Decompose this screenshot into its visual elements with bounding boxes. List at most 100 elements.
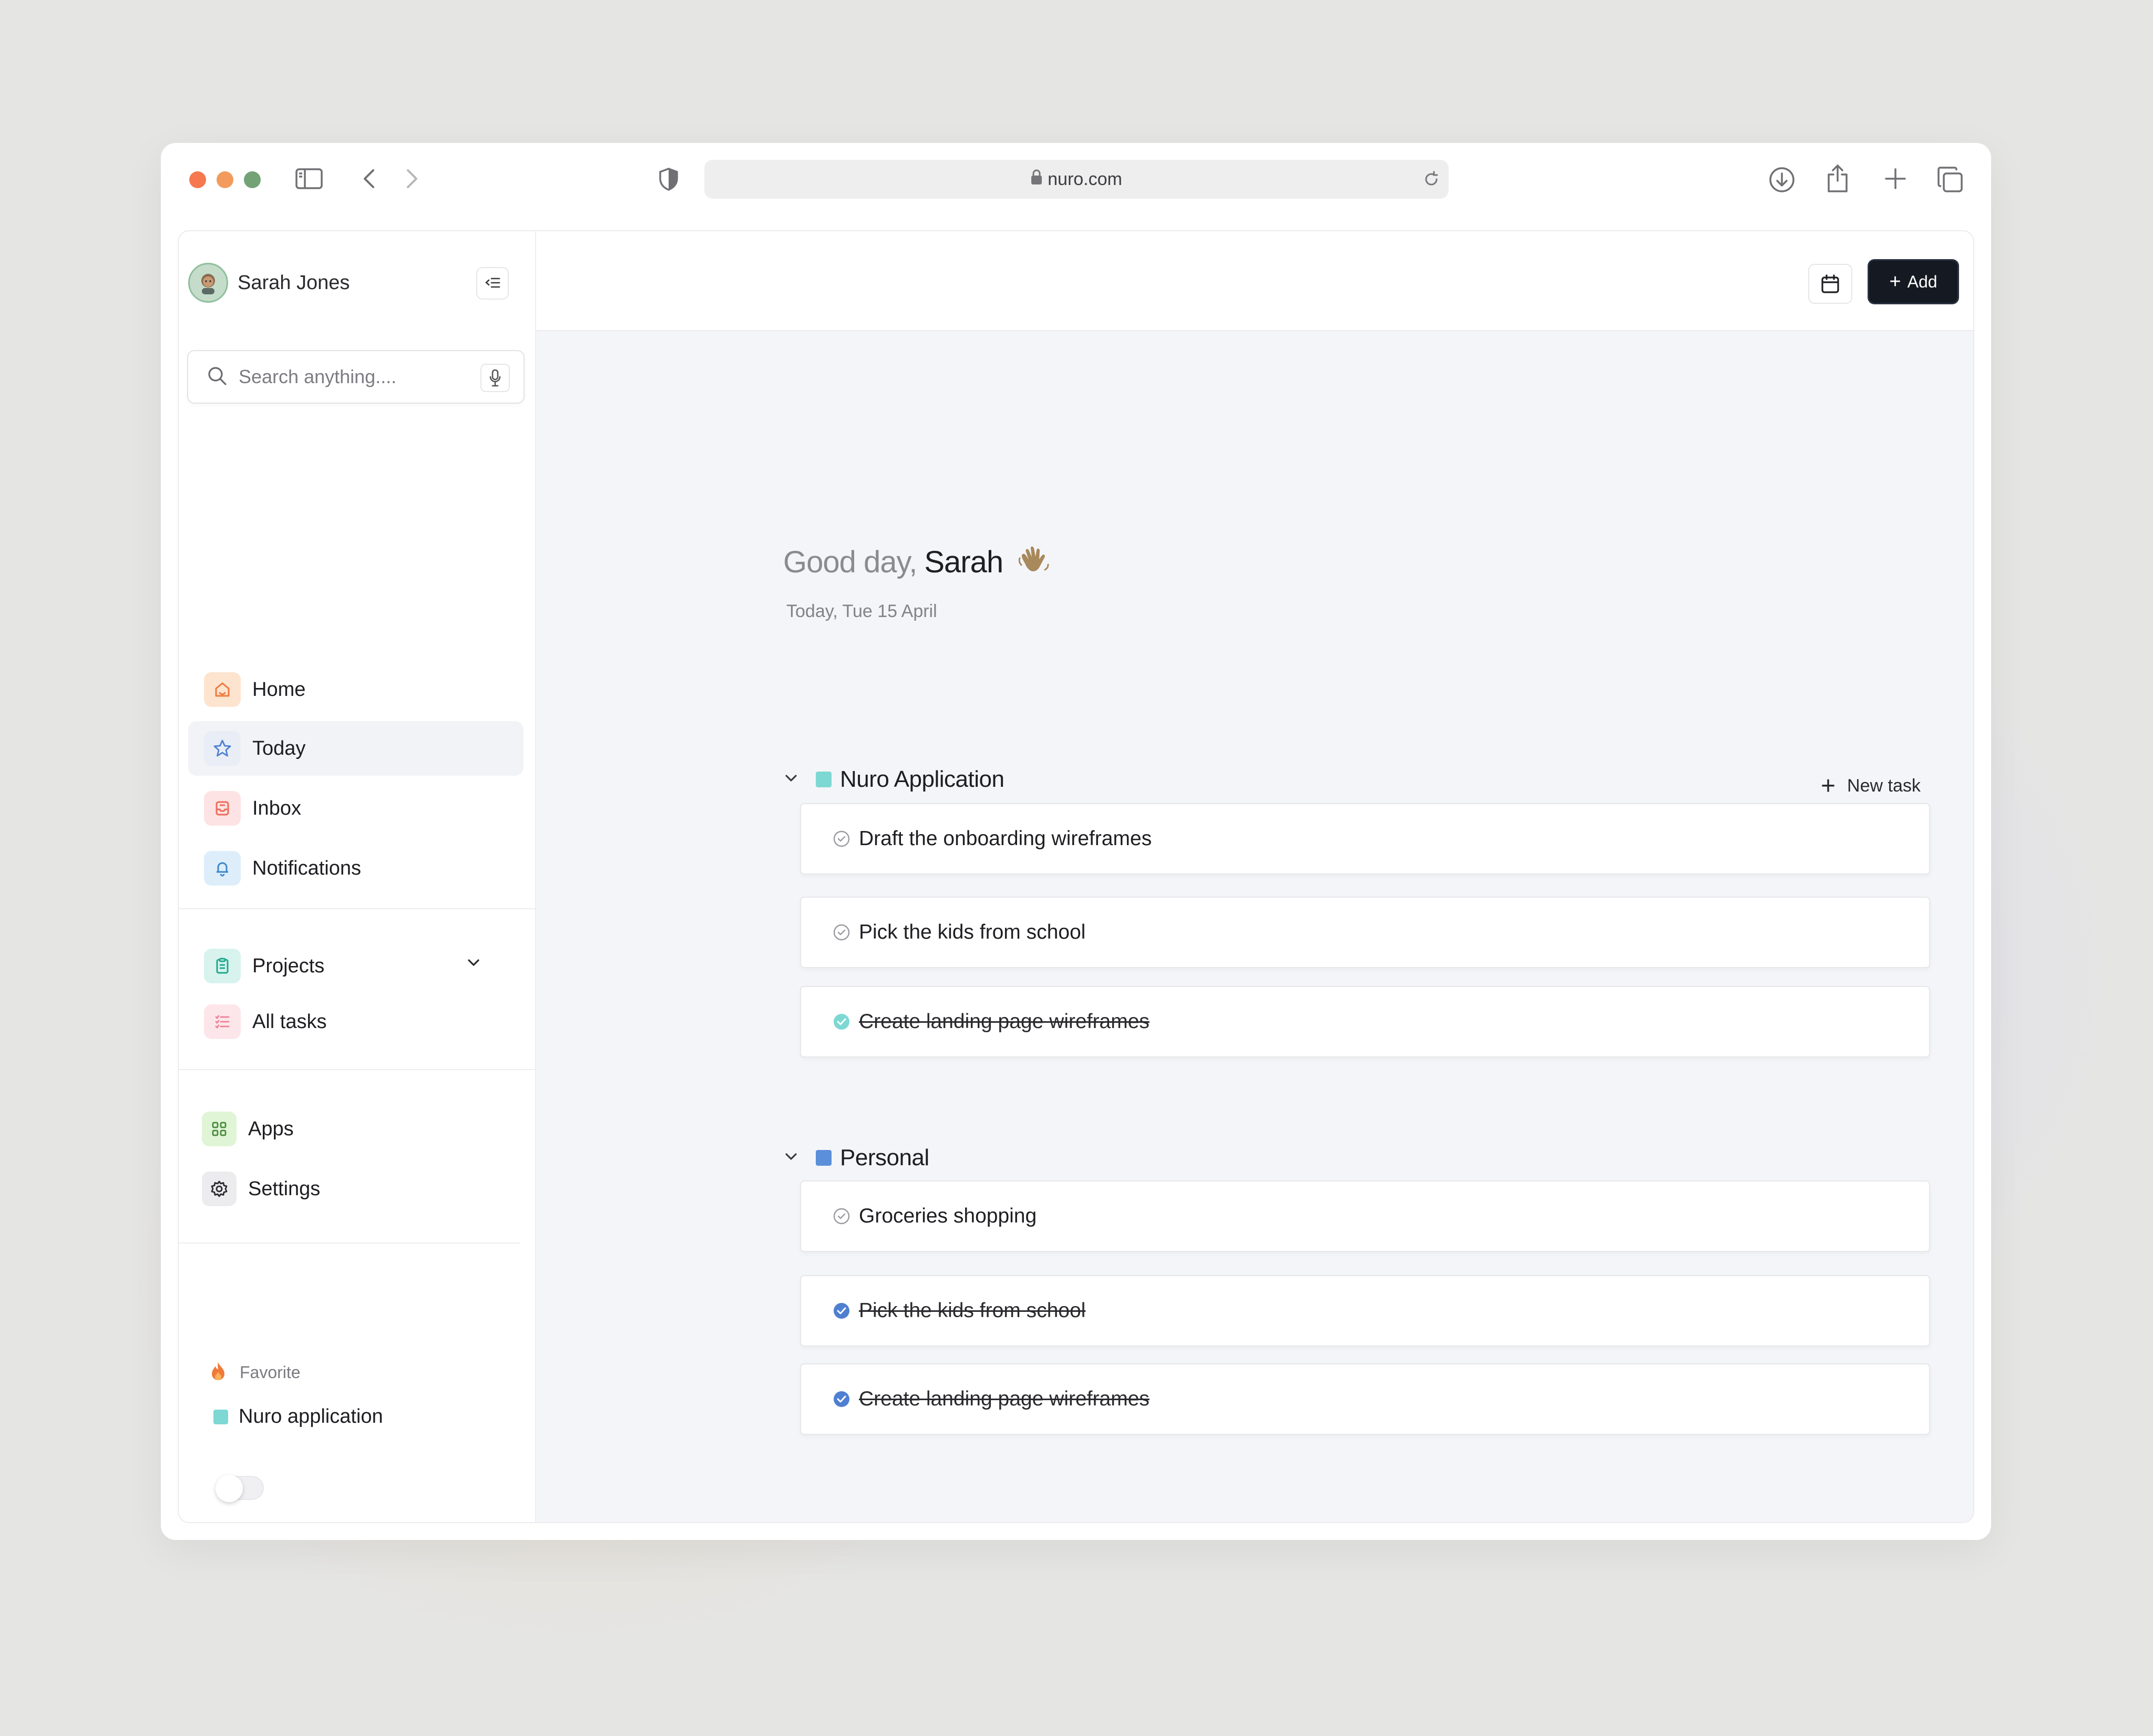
checked-circle-icon[interactable] bbox=[833, 1013, 850, 1031]
gear-icon bbox=[202, 1172, 237, 1206]
theme-toggle[interactable] bbox=[216, 1475, 264, 1502]
sidebar-item-notifications[interactable]: Notifications bbox=[188, 841, 524, 896]
search-box bbox=[187, 350, 525, 404]
close-window-button[interactable] bbox=[189, 171, 206, 188]
add-button[interactable]: + Add bbox=[1869, 261, 1957, 303]
sidebar-item-home[interactable]: Home bbox=[188, 662, 524, 717]
task-label: Pick the kids from school bbox=[859, 921, 1086, 943]
sidebar-item-label: Projects bbox=[252, 954, 325, 977]
sidebar-item-apps[interactable]: Apps bbox=[188, 1102, 524, 1156]
download-icon[interactable] bbox=[1768, 166, 1796, 193]
tabs-overview-icon[interactable] bbox=[1936, 166, 1964, 193]
unchecked-circle-icon[interactable] bbox=[833, 1207, 850, 1225]
task-label: Groceries shopping bbox=[859, 1205, 1037, 1227]
sidebar-item-projects[interactable]: Projects bbox=[188, 939, 524, 993]
sidebar-item-inbox[interactable]: Inbox bbox=[188, 781, 524, 836]
avatar bbox=[188, 263, 228, 303]
greeting-name: Sarah bbox=[924, 545, 1003, 579]
microphone-icon bbox=[489, 369, 501, 387]
group-title: Nuro Application bbox=[840, 766, 1004, 792]
calendar-button[interactable] bbox=[1808, 264, 1852, 304]
app-frame: Sarah Jones Home bbox=[178, 230, 1974, 1523]
waving-hand-icon bbox=[1016, 542, 1052, 582]
minimize-window-button[interactable] bbox=[217, 171, 233, 188]
task-row[interactable]: Draft the onboarding wireframes bbox=[800, 803, 1930, 875]
chevron-down-icon[interactable] bbox=[783, 1152, 799, 1165]
task-row-completed[interactable]: Create landing page wireframes bbox=[800, 1363, 1930, 1435]
sidebar-item-label: Home bbox=[252, 678, 306, 701]
calendar-icon bbox=[1821, 274, 1839, 293]
search-icon bbox=[207, 366, 227, 388]
group-title: Personal bbox=[840, 1145, 929, 1170]
sidebar-item-label: Settings bbox=[248, 1177, 321, 1200]
sidebar-item-label: Today bbox=[252, 737, 306, 759]
list-icon bbox=[204, 1004, 241, 1039]
task-label: Draft the onboarding wireframes bbox=[859, 827, 1152, 850]
sidebar-item-label: All tasks bbox=[252, 1010, 327, 1033]
apps-grid-icon bbox=[202, 1112, 237, 1146]
sidebar: Sarah Jones Home bbox=[179, 231, 536, 1522]
add-button-label: Add bbox=[1907, 272, 1937, 291]
bell-icon bbox=[204, 851, 241, 886]
plus-icon: + bbox=[1889, 270, 1901, 293]
sidebar-item-label: Notifications bbox=[252, 857, 361, 879]
greeting-prefix: Good day, bbox=[783, 545, 917, 579]
new-task-button[interactable]: + New task bbox=[1821, 772, 1921, 800]
search-input[interactable] bbox=[239, 366, 449, 388]
unchecked-circle-icon[interactable] bbox=[833, 830, 850, 848]
group-color-dot bbox=[816, 772, 832, 787]
divider bbox=[179, 908, 535, 909]
group-color-dot bbox=[816, 1150, 832, 1166]
inbox-icon bbox=[204, 791, 241, 826]
divider bbox=[179, 1069, 535, 1070]
browser-window: nuro.com Sarah Jones Search anything....… bbox=[161, 143, 1991, 1540]
address-bar[interactable]: nuro.com bbox=[704, 160, 1449, 199]
group-header-nuro-application: Nuro Application bbox=[783, 766, 1004, 793]
url-text: nuro.com bbox=[1048, 169, 1122, 189]
favorite-item-nuro-application[interactable]: Nuro application bbox=[213, 1405, 383, 1428]
toggle-knob bbox=[216, 1475, 243, 1502]
forward-icon[interactable] bbox=[405, 168, 419, 189]
task-row[interactable]: Groceries shopping bbox=[800, 1180, 1930, 1252]
chevron-down-icon[interactable] bbox=[783, 773, 799, 786]
plus-icon: + bbox=[1821, 772, 1836, 800]
group-header-personal: Personal bbox=[783, 1145, 929, 1171]
sidebar-item-all-tasks[interactable]: All tasks bbox=[188, 994, 524, 1049]
sidebar-toggle-icon[interactable] bbox=[295, 167, 323, 190]
collapse-sidebar-button[interactable] bbox=[476, 267, 509, 300]
clipboard-icon bbox=[204, 949, 241, 983]
project-color-dot bbox=[213, 1409, 228, 1424]
reload-icon[interactable] bbox=[1422, 170, 1440, 193]
checked-circle-icon[interactable] bbox=[833, 1390, 850, 1408]
voice-search-button[interactable] bbox=[480, 364, 510, 392]
sidebar-item-settings[interactable]: Settings bbox=[188, 1162, 524, 1216]
task-label: Create landing page wireframes bbox=[859, 1010, 1150, 1033]
new-tab-icon[interactable] bbox=[1884, 167, 1907, 190]
sidebar-item-label: Apps bbox=[248, 1117, 294, 1140]
task-label: Pick the kids from school bbox=[859, 1299, 1086, 1322]
date-subtitle: Today, Tue 15 April bbox=[786, 601, 937, 621]
new-task-label: New task bbox=[1847, 776, 1921, 796]
sidebar-item-label: Inbox bbox=[252, 797, 301, 819]
greeting: Good day, Sarah bbox=[783, 542, 1052, 582]
divider bbox=[179, 1242, 520, 1244]
back-icon[interactable] bbox=[362, 168, 376, 189]
task-row-completed[interactable]: Create landing page wireframes bbox=[800, 986, 1930, 1057]
maximize-window-button[interactable] bbox=[244, 171, 261, 188]
privacy-shield-icon[interactable] bbox=[658, 167, 679, 191]
lock-icon bbox=[1031, 169, 1042, 190]
sidebar-item-today[interactable]: Today bbox=[188, 721, 524, 776]
flame-icon bbox=[210, 1361, 226, 1384]
task-row-completed[interactable]: Pick the kids from school bbox=[800, 1275, 1930, 1347]
user-profile[interactable]: Sarah Jones bbox=[188, 263, 350, 303]
favorite-item-label: Nuro application bbox=[239, 1405, 383, 1427]
user-name: Sarah Jones bbox=[238, 271, 350, 294]
share-icon[interactable] bbox=[1826, 163, 1849, 193]
top-bar: + Add bbox=[536, 231, 1973, 331]
chevron-down-icon[interactable] bbox=[466, 958, 481, 971]
unchecked-circle-icon[interactable] bbox=[833, 923, 850, 941]
task-row[interactable]: Pick the kids from school bbox=[800, 897, 1930, 968]
checked-circle-icon[interactable] bbox=[833, 1302, 850, 1320]
task-label: Create landing page wireframes bbox=[859, 1388, 1150, 1410]
favorite-section-title: Favorite bbox=[210, 1361, 301, 1384]
